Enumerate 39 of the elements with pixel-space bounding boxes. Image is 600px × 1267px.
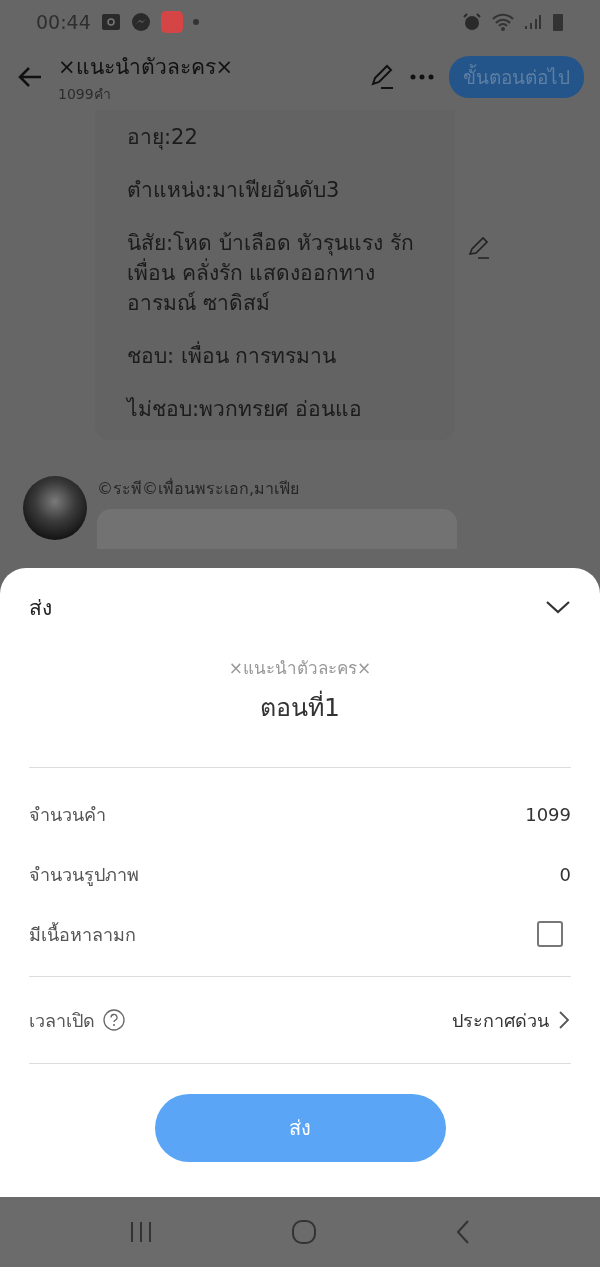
edit-icon[interactable]: [467, 236, 491, 260]
camera-icon: [100, 12, 121, 32]
bio-line: ไม่ชอบ:พวกทรยศ อ่อนแอ: [127, 396, 363, 423]
messenger-icon: [130, 12, 151, 32]
more-icon[interactable]: [409, 73, 435, 81]
bio-line: ตำแหน่ง:มาเฟียอันดับ3: [127, 177, 341, 204]
row-label: มีเนื้อหาลามก: [29, 921, 136, 947]
bio-line: อายุ:22: [127, 124, 199, 152]
recent-apps-icon[interactable]: [129, 1221, 153, 1243]
dot-icon: [192, 19, 199, 25]
alarm-icon: [462, 12, 482, 32]
character-name: ©ระพี©เพื่อนพระเอก,มาเฟีย: [97, 477, 301, 500]
work-title: ×แนะนำตัวละคร×: [228, 657, 372, 680]
chapter-name: ตอนที่1: [260, 687, 340, 727]
bio-line: นิสัย:โหด บ้าเลือด หัวรุนแรง รักเพื่อน คลั่งรัก แสดงออกทางอารมณ์ ซาดิสม์: [127, 230, 416, 317]
home-icon[interactable]: [291, 1219, 317, 1245]
bio-line: ชอบ: เพื่อน การทรมาน: [127, 341, 431, 371]
open-time-selector[interactable]: ประกาศด่วน: [452, 1005, 571, 1035]
help-icon[interactable]: [103, 1009, 125, 1031]
back-nav-icon[interactable]: [455, 1219, 471, 1245]
signal-icon: [524, 13, 542, 31]
word-count: 1099คำ: [58, 84, 112, 104]
chapter-title: ×แนะนำตัวละคร×: [58, 53, 235, 81]
row-label: จำนวนคำ: [29, 802, 106, 827]
row-label: เวลาเปิด: [29, 1008, 95, 1033]
sheet-title: ส่ง: [29, 594, 52, 622]
status-time: 00:44: [36, 11, 91, 33]
chevron-down-icon[interactable]: [545, 599, 571, 615]
submit-button[interactable]: ส่ง: [154, 1094, 446, 1162]
row-value: 1099: [525, 803, 571, 825]
edit-icon[interactable]: [369, 64, 395, 90]
app-icon: [160, 11, 183, 33]
battery-icon: [552, 12, 564, 32]
next-step-button[interactable]: ขั้นตอนต่อไป: [449, 56, 584, 98]
chevron-right-icon: [557, 1010, 571, 1030]
row-value: 0: [559, 863, 571, 885]
row-label: จำนวนรูปภาพ: [29, 862, 139, 888]
wifi-icon: [492, 12, 514, 32]
checkbox[interactable]: [537, 921, 563, 947]
